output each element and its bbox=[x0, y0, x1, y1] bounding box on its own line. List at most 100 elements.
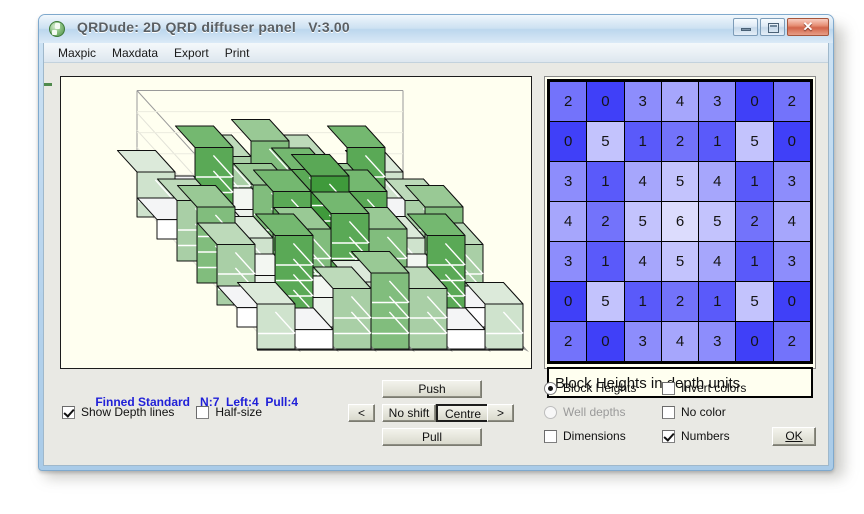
show-depth-lines-row[interactable]: Show Depth lines bbox=[62, 405, 174, 419]
grid-cell[interactable]: 2 bbox=[586, 201, 625, 242]
show-depth-lines-checkbox[interactable] bbox=[62, 405, 75, 419]
diffuser-3d-view[interactable] bbox=[60, 76, 532, 369]
no-color-row[interactable]: No color bbox=[662, 405, 772, 419]
grid-cell[interactable]: 0 bbox=[772, 121, 812, 162]
half-size-row[interactable]: Half-size bbox=[196, 405, 262, 419]
grid-cell[interactable]: 5 bbox=[660, 241, 700, 282]
grid-cell[interactable]: 0 bbox=[548, 121, 588, 162]
grid-cell[interactable]: 1 bbox=[623, 281, 662, 322]
half-size-checkbox[interactable] bbox=[196, 405, 210, 419]
grid-cell[interactable]: 1 bbox=[698, 281, 737, 322]
menu-item-maxpic[interactable]: Maxpic bbox=[50, 44, 104, 62]
client-area: Maxpic Maxdata Export Print 203430205121… bbox=[43, 43, 829, 466]
grid-cell[interactable]: 5 bbox=[660, 161, 700, 202]
grid-cell[interactable]: 4 bbox=[660, 321, 700, 362]
grid-cell[interactable]: 0 bbox=[735, 321, 774, 362]
grid-cell[interactable]: 0 bbox=[548, 281, 588, 322]
shift-right-button[interactable]: > bbox=[487, 404, 514, 422]
grid-cell[interactable]: 6 bbox=[660, 201, 700, 242]
no-shift-button[interactable]: No shift bbox=[382, 404, 436, 422]
grid-cell[interactable]: 2 bbox=[735, 201, 774, 242]
grid-cell[interactable]: 4 bbox=[660, 81, 700, 122]
app-root: QRDude: 2D QRD diffuser panel V:3.00 ✕ M… bbox=[0, 0, 864, 514]
block-heights-table[interactable]: 2034302051215031454134256524314541305121… bbox=[548, 81, 812, 362]
centre-button[interactable]: Centre bbox=[436, 404, 490, 422]
grid-cell[interactable]: 3 bbox=[772, 241, 812, 282]
menu-item-maxdata[interactable]: Maxdata bbox=[104, 44, 166, 62]
grid-cell[interactable]: 3 bbox=[548, 161, 588, 202]
grid-cell[interactable]: 1 bbox=[735, 241, 774, 282]
grid-cell[interactable]: 5 bbox=[698, 201, 737, 242]
close-icon: ✕ bbox=[802, 19, 814, 34]
no-color-checkbox[interactable] bbox=[662, 405, 675, 419]
application-window: QRDude: 2D QRD diffuser panel V:3.00 ✕ M… bbox=[38, 14, 834, 471]
grid-cell[interactable]: 1 bbox=[586, 241, 625, 282]
menu-item-export[interactable]: Export bbox=[166, 44, 217, 62]
grid-row: 2034302 bbox=[548, 81, 812, 122]
invert-colors-checkbox[interactable] bbox=[662, 381, 675, 395]
grid-cell[interactable]: 0 bbox=[586, 81, 625, 122]
grid-row: 3145413 bbox=[548, 241, 812, 282]
grid-cell[interactable]: 2 bbox=[660, 121, 700, 162]
dimensions-row[interactable]: Dimensions bbox=[544, 429, 662, 443]
title-bar[interactable]: QRDude: 2D QRD diffuser panel V:3.00 ✕ bbox=[39, 15, 833, 43]
grid-cell[interactable]: 1 bbox=[623, 121, 662, 162]
no-color-label: No color bbox=[681, 405, 726, 419]
grid-cell[interactable]: 5 bbox=[735, 121, 774, 162]
accent-bar bbox=[44, 83, 52, 86]
grid-cell[interactable]: 4 bbox=[772, 201, 812, 242]
grid-cell[interactable]: 0 bbox=[772, 281, 812, 322]
dimensions-label: Dimensions bbox=[563, 429, 626, 443]
minimize-button[interactable] bbox=[733, 18, 758, 36]
grid-cell[interactable]: 2 bbox=[660, 281, 700, 322]
grid-cell[interactable]: 4 bbox=[698, 161, 737, 202]
grid-cell[interactable]: 2 bbox=[772, 81, 812, 122]
push-button[interactable]: Push bbox=[382, 380, 482, 398]
grid-row: 4256524 bbox=[548, 201, 812, 242]
numbers-row[interactable]: Numbers bbox=[662, 429, 772, 443]
grid-cell[interactable]: 1 bbox=[735, 161, 774, 202]
grid-cell[interactable]: 3 bbox=[623, 321, 662, 362]
grid-cell[interactable]: 3 bbox=[548, 241, 588, 282]
grid-cell[interactable]: 5 bbox=[586, 281, 625, 322]
menu-item-print[interactable]: Print bbox=[217, 44, 258, 62]
grid-cell[interactable]: 3 bbox=[698, 321, 737, 362]
grid-cell[interactable]: 2 bbox=[548, 321, 588, 362]
block-heights-radio-row[interactable]: Block Heights bbox=[544, 381, 662, 395]
grid-cell[interactable]: 4 bbox=[623, 241, 662, 282]
maximize-icon bbox=[768, 23, 779, 33]
well-depths-radio-row[interactable]: Well depths bbox=[544, 405, 662, 419]
grid-cell[interactable]: 1 bbox=[698, 121, 737, 162]
grid-cell[interactable]: 5 bbox=[586, 121, 625, 162]
maximize-button[interactable] bbox=[760, 18, 785, 36]
grid-cell[interactable]: 4 bbox=[548, 201, 588, 242]
close-button[interactable]: ✕ bbox=[787, 18, 829, 36]
well-depths-radio[interactable] bbox=[544, 405, 557, 419]
numbers-checkbox[interactable] bbox=[662, 429, 675, 443]
shift-left-button[interactable]: < bbox=[348, 404, 375, 422]
block-heights-radio[interactable] bbox=[544, 381, 557, 395]
block-heights-grid-border: 2034302051215031454134256524314541305121… bbox=[547, 79, 813, 364]
dimensions-checkbox[interactable] bbox=[544, 429, 557, 443]
invert-colors-row[interactable]: Invert colors bbox=[662, 381, 772, 395]
grid-cell[interactable]: 3 bbox=[772, 161, 812, 202]
grid-cell[interactable]: 5 bbox=[623, 201, 662, 242]
ok-button[interactable]: OK bbox=[772, 426, 816, 446]
half-size-label: Half-size bbox=[215, 405, 263, 419]
grid-cell[interactable]: 1 bbox=[586, 161, 625, 202]
grid-cell[interactable]: 0 bbox=[735, 81, 774, 122]
invert-colors-label: Invert colors bbox=[681, 381, 747, 395]
grid-cell[interactable]: 2 bbox=[772, 321, 812, 362]
pull-button[interactable]: Pull bbox=[382, 428, 482, 446]
grid-cell[interactable]: 3 bbox=[623, 81, 662, 122]
block-heights-radio-label: Block Heights bbox=[563, 381, 637, 395]
grid-cell[interactable]: 4 bbox=[698, 241, 737, 282]
grid-cell[interactable]: 0 bbox=[586, 321, 625, 362]
grid-cell[interactable]: 3 bbox=[698, 81, 737, 122]
grid-cell[interactable]: 4 bbox=[623, 161, 662, 202]
panel-body: 2034302051215031454134256524314541305121… bbox=[44, 63, 828, 465]
grid-cell[interactable]: 5 bbox=[735, 281, 774, 322]
window-buttons: ✕ bbox=[733, 18, 829, 36]
grid-cell[interactable]: 2 bbox=[548, 81, 588, 122]
left-checkbox-group: Show Depth lines Half-size bbox=[62, 405, 284, 419]
